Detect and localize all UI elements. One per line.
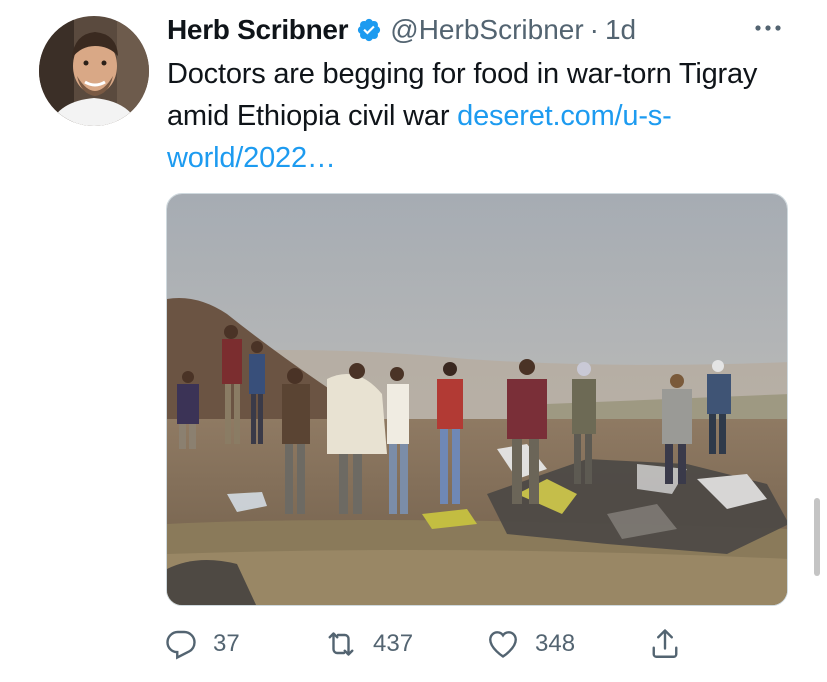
tweet-text: Doctors are begging for food in war-torn… xyxy=(167,53,807,179)
people-searching-debris-photo xyxy=(167,194,787,605)
reply-button[interactable]: 37 xyxy=(163,622,240,666)
scrollbar-thumb[interactable] xyxy=(814,498,820,576)
reply-count: 37 xyxy=(213,630,240,657)
author-name[interactable]: Herb Scribner xyxy=(167,14,349,46)
like-button[interactable]: 348 xyxy=(485,622,575,666)
author-avatar[interactable] xyxy=(39,16,149,126)
like-count: 348 xyxy=(535,630,576,657)
more-dots-icon[interactable] xyxy=(750,16,786,40)
tweet-media-image[interactable] xyxy=(166,193,788,606)
author-handle[interactable]: @HerbScribner xyxy=(390,14,583,46)
tweet-action-bar: 37 437 348 xyxy=(163,622,723,666)
verified-badge-icon xyxy=(358,18,381,42)
retweet-icon xyxy=(328,632,354,656)
tweet-header: Herb Scribner @HerbScribner · 1d xyxy=(167,12,636,48)
header-separator: · xyxy=(589,14,599,45)
retweet-button[interactable]: 437 xyxy=(323,622,413,666)
heart-icon xyxy=(489,631,517,658)
tweet-timestamp[interactable]: 1d xyxy=(605,14,636,46)
share-icon xyxy=(652,629,678,658)
reply-icon xyxy=(166,630,196,660)
share-button[interactable] xyxy=(647,622,683,666)
avatar-photo xyxy=(39,16,149,126)
retweet-count: 437 xyxy=(373,630,414,657)
